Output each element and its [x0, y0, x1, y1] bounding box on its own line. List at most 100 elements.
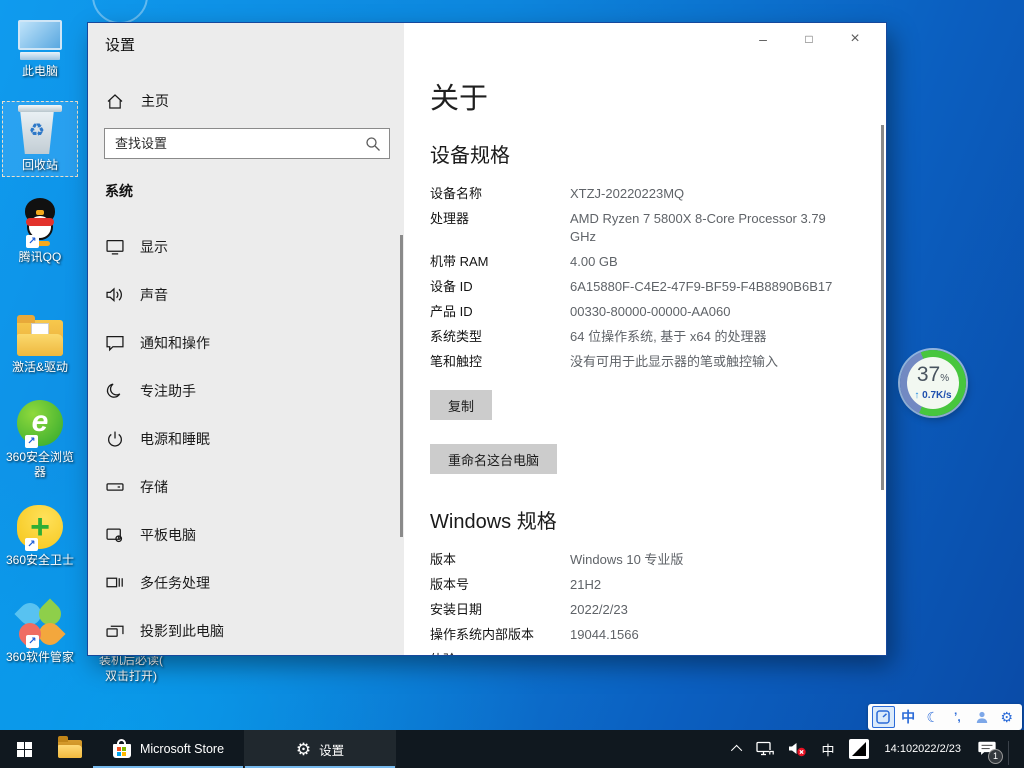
- ime-status-icon[interactable]: [872, 706, 895, 728]
- desktop-icon-this-pc[interactable]: 此电脑: [0, 12, 80, 79]
- device-spec-rows: 设备名称 XTZJ-20220223MQ 处理器 AMD Ryzen 7 580…: [430, 185, 870, 378]
- sidebar-item-sound[interactable]: 声音: [88, 271, 404, 319]
- sidebar-item-notifications[interactable]: 通知和操作: [88, 319, 404, 367]
- sidebar-item-multitasking[interactable]: 多任务处理: [88, 559, 404, 607]
- sidebar-item-storage[interactable]: 存储: [88, 463, 404, 511]
- spec-row: 设备 ID 6A15880F-C4E2-47F9-BF59-F4B8890B6B…: [430, 278, 870, 303]
- sidebar-item-tablet[interactable]: 平板电脑: [88, 511, 404, 559]
- this-pc-icon: [0, 12, 80, 60]
- taskbar: Microsoft Store ⚙ 设置 中: [0, 730, 1024, 768]
- ime-toolbar: 中 ☾ ’, ⚙: [868, 704, 1022, 730]
- desktop-icon-readme-label[interactable]: 装机后必读( 双击打开): [86, 652, 176, 684]
- desktop-icon-label: 回收站: [0, 158, 80, 173]
- windows-spec-heading: Windows 规格: [430, 505, 557, 534]
- sogou-ime-icon[interactable]: [844, 730, 874, 768]
- ime-user-icon[interactable]: [971, 706, 994, 728]
- spec-row: 处理器 AMD Ryzen 7 5800X 8-Core Processor 3…: [430, 210, 870, 253]
- spec-row: 版本号 21H2: [430, 576, 870, 601]
- ime-settings-gear-icon[interactable]: ⚙: [995, 706, 1018, 728]
- multitask-icon: [105, 574, 125, 592]
- desktop-icon-drivers-folder[interactable]: 激活&驱动: [0, 308, 80, 375]
- spec-row: 机带 RAM 4.00 GB: [430, 253, 870, 278]
- desktop-icon-qq[interactable]: ↗ 腾讯QQ: [0, 198, 80, 265]
- maximize-button[interactable]: □: [786, 23, 832, 55]
- page-title: 关于: [430, 75, 488, 117]
- settings-window: 设置 主页 系统 显示: [88, 23, 886, 655]
- sidebar-item-display[interactable]: 显示: [88, 223, 404, 271]
- shortcut-arrow-icon: ↗: [25, 435, 38, 448]
- settings-sidebar: 设置 主页 系统 显示: [88, 23, 404, 655]
- microsoft-store-icon: [112, 739, 132, 759]
- search-icon[interactable]: [365, 136, 381, 152]
- window-title: 设置: [105, 34, 135, 55]
- tablet-icon: [105, 526, 125, 544]
- ime-mode-toggle[interactable]: 中: [897, 706, 920, 728]
- desktop-icon-360-manager[interactable]: ↗ 360软件管家: [0, 598, 80, 665]
- settings-gear-icon: ⚙: [296, 741, 311, 758]
- taskbar-clock[interactable]: 14:10 2022/2/23: [878, 730, 968, 768]
- volume-muted-icon[interactable]: [783, 730, 813, 768]
- desktop-icon-360-safe[interactable]: + ↗ 360安全卫士: [0, 501, 80, 568]
- file-explorer-button[interactable]: [48, 730, 92, 768]
- system-tray: 中 14:10 2022/2/23 1: [729, 730, 1024, 768]
- taskbar-button-microsoft-store[interactable]: Microsoft Store: [92, 730, 244, 768]
- sidebar-item-power-sleep[interactable]: 电源和睡眠: [88, 415, 404, 463]
- close-button[interactable]: ×: [832, 23, 878, 55]
- desktop-icon-label: 360安全卫士: [0, 553, 80, 568]
- settings-search-box: [104, 128, 390, 159]
- spec-row: 产品 ID 00330-80000-00000-AA060: [430, 303, 870, 328]
- ime-punctuation-icon[interactable]: ’,: [946, 706, 969, 728]
- sidebar-section-system: 系统: [105, 181, 133, 201]
- sidebar-item-home[interactable]: 主页: [88, 83, 404, 119]
- 360-browser-icon: e ↗: [0, 398, 80, 446]
- action-center-button[interactable]: 1: [972, 730, 1002, 768]
- speed-ball-widget[interactable]: 37% ↑ 0.7K/s: [900, 350, 966, 416]
- spec-row-clipped: 体验: [430, 651, 870, 655]
- ime-language-indicator[interactable]: 中: [817, 730, 840, 768]
- sidebar-scrollbar[interactable]: [400, 235, 403, 537]
- qq-penguin-icon: ↗: [0, 198, 80, 246]
- desktop-icon-label: 360软件管家: [0, 650, 80, 665]
- tray-overflow-chevron[interactable]: [729, 730, 747, 768]
- ime-night-mode-icon[interactable]: ☾: [921, 706, 944, 728]
- clock-date: 2022/2/23: [912, 743, 961, 756]
- display-icon: [105, 238, 125, 256]
- network-icon[interactable]: [751, 730, 779, 768]
- windows-logo-icon: [17, 742, 32, 757]
- explorer-folder-icon: [58, 740, 82, 758]
- storage-icon: [105, 478, 125, 496]
- up-arrow-icon: ↑: [914, 390, 919, 401]
- recycle-bin-icon: [0, 106, 80, 154]
- windows-spec-rows: 版本 Windows 10 专业版 版本号 21H2 安装日期 2022/2/2…: [430, 551, 870, 655]
- search-input[interactable]: [105, 129, 389, 158]
- sidebar-nav: 显示 声音 通知和操作 专注助手: [88, 223, 404, 655]
- power-icon: [105, 430, 125, 448]
- sidebar-home-label: 主页: [141, 91, 169, 111]
- desktop-icon-label: 360安全浏览器: [0, 450, 80, 480]
- copy-button[interactable]: 复制: [430, 390, 492, 420]
- rename-pc-button[interactable]: 重命名这台电脑: [430, 444, 557, 474]
- content-scrollbar[interactable]: [881, 125, 884, 490]
- desktop-icon-360-browser[interactable]: e ↗ 360安全浏览器: [0, 398, 80, 480]
- wallpaper-circle: [92, 0, 148, 24]
- memory-percent: 37%: [907, 364, 959, 390]
- shortcut-arrow-icon: ↗: [25, 538, 38, 551]
- moon-icon: [105, 382, 125, 400]
- shortcut-arrow-icon: ↗: [26, 635, 39, 648]
- taskbar-button-settings[interactable]: ⚙ 设置: [244, 730, 396, 768]
- home-icon: [105, 93, 125, 110]
- spec-row: 版本 Windows 10 专业版: [430, 551, 870, 576]
- settings-content: 关于 设备规格 设备名称 XTZJ-20220223MQ 处理器 AMD Ryz…: [404, 23, 886, 655]
- sidebar-item-focus-assist[interactable]: 专注助手: [88, 367, 404, 415]
- start-button[interactable]: [0, 730, 48, 768]
- sidebar-item-projecting[interactable]: 投影到此电脑: [88, 607, 404, 655]
- tray-separator: [1008, 741, 1009, 765]
- minimize-button[interactable]: –: [740, 23, 786, 55]
- shortcut-arrow-icon: ↗: [26, 235, 39, 248]
- notification-count-badge: 1: [988, 749, 1003, 764]
- notification-bubble-icon: [105, 334, 125, 352]
- clock-time: 14:10: [885, 743, 913, 756]
- desktop-icon-recycle-bin[interactable]: 回收站: [0, 106, 80, 173]
- device-spec-heading: 设备规格: [430, 139, 510, 168]
- speed-ball-inner: 37% ↑ 0.7K/s: [907, 357, 959, 409]
